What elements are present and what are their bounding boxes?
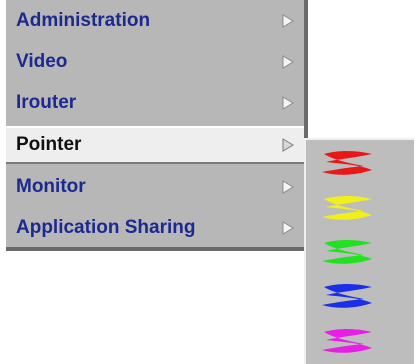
submenu-arrow-icon — [282, 138, 294, 152]
menu-item-label: Video — [16, 51, 68, 72]
menu-item-application-sharing[interactable]: Application Sharing — [6, 209, 304, 247]
menu-stage: Administration Video Irouter Pointer Mon — [0, 0, 417, 364]
yellow-pointer-icon[interactable] — [318, 193, 378, 223]
submenu-arrow-icon — [282, 55, 294, 69]
menu-item-label: Irouter — [16, 92, 77, 113]
main-menu: Administration Video Irouter Pointer Mon — [6, 0, 308, 251]
menu-item-label: Pointer — [16, 134, 82, 155]
submenu-arrow-icon — [282, 180, 294, 194]
submenu-arrow-icon — [282, 96, 294, 110]
menu-item-label: Application Sharing — [16, 217, 196, 238]
menu-item-irouter[interactable]: Irouter — [6, 84, 304, 122]
menu-item-pointer[interactable]: Pointer — [6, 126, 304, 164]
blue-pointer-icon[interactable] — [318, 281, 378, 311]
magenta-pointer-icon[interactable] — [318, 326, 378, 356]
green-pointer-icon[interactable] — [318, 237, 378, 267]
menu-item-label: Administration — [16, 10, 151, 31]
menu-item-administration[interactable]: Administration — [6, 2, 304, 40]
pointer-submenu — [304, 138, 414, 364]
submenu-arrow-icon — [282, 221, 294, 235]
menu-item-video[interactable]: Video — [6, 43, 304, 81]
red-pointer-icon[interactable] — [318, 148, 378, 178]
menu-item-label: Monitor — [16, 176, 86, 197]
menu-item-monitor[interactable]: Monitor — [6, 168, 304, 206]
submenu-arrow-icon — [282, 14, 294, 28]
